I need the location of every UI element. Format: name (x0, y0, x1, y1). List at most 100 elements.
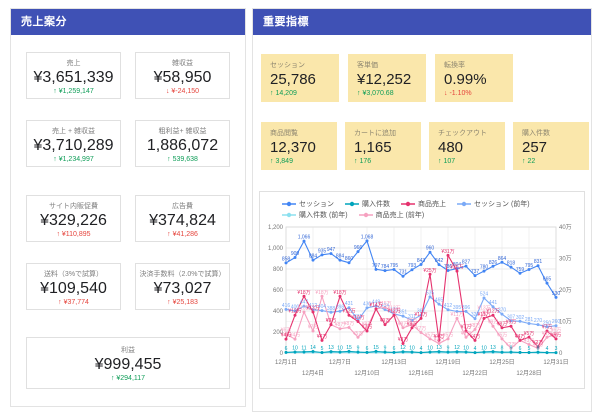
svg-text:14: 14 (310, 345, 316, 351)
svg-text:12月10日: 12月10日 (354, 370, 379, 377)
card-delta: ↑ ¥37,774 (27, 298, 120, 308)
svg-text:864: 864 (498, 256, 507, 262)
card-delta: ↑ 539,638 (136, 155, 229, 165)
svg-text:842: 842 (435, 258, 444, 264)
card-label: 雑収益 (136, 59, 229, 68)
scorecard-row: 売上¥3,651,339↑ ¥1,259,147雑収益¥58,950↓ ¥-24… (26, 52, 230, 99)
card-delta: ↑ ¥25,183 (136, 298, 229, 308)
svg-text:¥18万: ¥18万 (333, 290, 346, 296)
card-delta: ↓ -1.10% (444, 89, 513, 99)
svg-text:1,068: 1,068 (361, 234, 374, 240)
svg-text:¥7万: ¥7万 (461, 324, 472, 330)
svg-text:¥18万: ¥18万 (297, 290, 310, 296)
card-value: 1,165 (354, 138, 421, 157)
card-value: ¥12,252 (357, 70, 426, 89)
card-label: 広告費 (136, 202, 229, 211)
svg-text:9: 9 (384, 346, 387, 352)
legend-marker-icon (457, 201, 471, 207)
svg-text:¥9万: ¥9万 (326, 318, 337, 324)
card-delta-value: 539,638 (171, 156, 198, 163)
card-delta-value: 107 (442, 158, 456, 165)
svg-text:909: 909 (291, 251, 300, 257)
scorecard: 売上 + 雑収益¥3,710,289↑ ¥1,234,997 (26, 120, 121, 167)
svg-text:3: 3 (555, 346, 558, 352)
svg-text:4: 4 (420, 346, 423, 352)
card-label: 売上 (27, 59, 120, 68)
svg-text:¥5万: ¥5万 (551, 332, 562, 338)
scorecard-row: 利益¥999,455↑ ¥294,117 (26, 337, 230, 389)
legend-marker-icon (359, 212, 373, 218)
svg-text:10: 10 (463, 345, 469, 351)
svg-text:¥5万: ¥5万 (497, 332, 508, 338)
legend-marker-icon (345, 201, 359, 207)
card-delta-value: 3,849 (274, 158, 293, 165)
svg-text:¥11万: ¥11万 (451, 312, 464, 318)
svg-text:¥9万: ¥9万 (380, 318, 391, 324)
svg-text:281: 281 (525, 317, 534, 323)
svg-text:465: 465 (435, 298, 444, 304)
svg-text:759: 759 (516, 267, 525, 273)
chart-legend-item[interactable]: 商品売上 (401, 199, 446, 209)
card-label: セッション (270, 61, 339, 70)
svg-text:¥8万: ¥8万 (407, 321, 418, 327)
card-value: ¥329,226 (27, 211, 120, 230)
card-value: ¥58,950 (136, 68, 229, 87)
svg-text:¥2万: ¥2万 (533, 340, 544, 346)
svg-text:6: 6 (519, 346, 522, 352)
chart-legend-item[interactable]: セッション (前年) (457, 199, 530, 209)
kpi-card: セッション25,786↑ 14,209 (261, 54, 339, 102)
svg-text:884: 884 (336, 254, 345, 260)
svg-text:9: 9 (357, 346, 360, 352)
chart-legend-item[interactable]: セッション (282, 199, 334, 209)
svg-text:¥4万: ¥4万 (434, 334, 445, 340)
svg-text:6: 6 (393, 346, 396, 352)
card-label: 利益 (27, 346, 229, 355)
trend-chart-svg: 02004006008001,0001,200010万20万30万40万12月1… (260, 221, 586, 385)
card-delta: ↑ 14,209 (270, 89, 339, 99)
svg-text:400: 400 (273, 309, 284, 315)
legend-label: 購入件数 (362, 199, 390, 209)
svg-text:¥3万: ¥3万 (398, 337, 409, 343)
card-value: ¥109,540 (27, 279, 120, 298)
trend-chart[interactable]: セッション 購入件数 商品売上 セッション (前年) 購入件数 (前年) 商品売上 (前年… (259, 191, 585, 389)
kpi-card: 購入件数257↑ 22 (513, 122, 589, 170)
svg-text:12: 12 (454, 345, 460, 351)
svg-text:12月7日: 12月7日 (329, 359, 351, 366)
svg-text:30万: 30万 (559, 256, 572, 263)
svg-text:11: 11 (301, 345, 306, 351)
svg-text:15: 15 (346, 345, 352, 351)
svg-text:12月16日: 12月16日 (408, 370, 433, 377)
svg-text:12月25日: 12月25日 (489, 359, 514, 366)
key-metrics-title: 重要指標 (253, 9, 591, 35)
svg-text:12月22日: 12月22日 (462, 370, 487, 377)
chart-legend-item[interactable]: 購入件数 (345, 199, 390, 209)
card-delta-value: ¥41,286 (171, 231, 198, 238)
card-value: 1,886,072 (136, 136, 229, 155)
svg-text:784: 784 (381, 264, 390, 270)
svg-text:10: 10 (481, 345, 487, 351)
legend-marker-icon (401, 201, 415, 207)
scorecard-row: 売上 + 雑収益¥3,710,289↑ ¥1,234,997粗利益+ 雑収益1,… (26, 120, 230, 167)
svg-text:8: 8 (501, 346, 504, 352)
card-value: 480 (438, 138, 505, 157)
svg-text:¥12万: ¥12万 (387, 309, 400, 315)
card-delta: ↓ ¥-24,150 (136, 87, 229, 97)
svg-text:5: 5 (528, 346, 531, 352)
svg-text:¥8万: ¥8万 (470, 323, 481, 329)
svg-text:10万: 10万 (559, 319, 572, 326)
svg-text:793: 793 (408, 263, 417, 269)
svg-text:12月4日: 12月4日 (302, 370, 324, 377)
svg-text:396: 396 (462, 305, 471, 311)
svg-text:8: 8 (537, 346, 540, 352)
svg-text:¥12万: ¥12万 (486, 309, 499, 315)
svg-text:935: 935 (318, 248, 327, 254)
chart-legend-item[interactable]: 購入件数 (前年) (282, 210, 348, 220)
card-value: ¥73,027 (136, 279, 229, 298)
card-label: 転換率 (444, 61, 513, 70)
kpi-card: 客単価¥12,252↑ ¥3,070.68 (348, 54, 426, 102)
legend-label: セッション (299, 199, 334, 209)
svg-text:858: 858 (282, 256, 291, 262)
chart-legend-item[interactable]: 商品売上 (前年) (359, 210, 425, 220)
svg-text:0: 0 (280, 351, 284, 357)
svg-text:10: 10 (427, 345, 433, 351)
